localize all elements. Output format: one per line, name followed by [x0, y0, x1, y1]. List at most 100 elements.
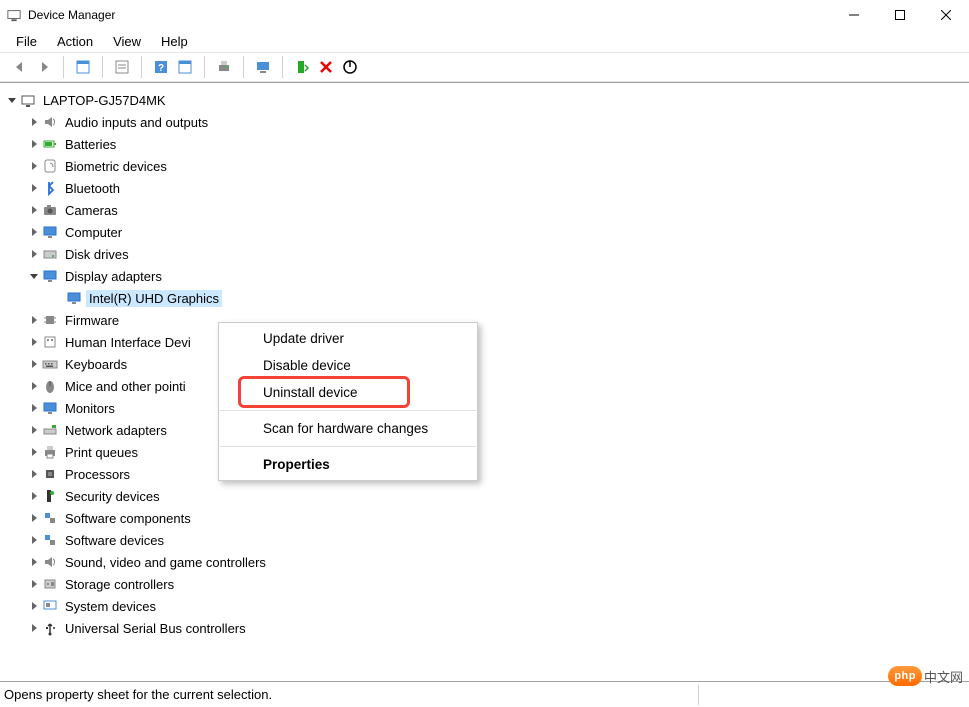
category-label: Firmware — [62, 312, 122, 329]
ctx-uninstall-device[interactable]: Uninstall device — [219, 379, 477, 406]
tree-root[interactable]: LAPTOP-GJ57D4MK — [0, 89, 969, 111]
tree-category[interactable]: Security devices — [0, 485, 969, 507]
tree-category[interactable]: Bluetooth — [0, 177, 969, 199]
menu-action[interactable]: Action — [47, 32, 103, 51]
usb-icon — [42, 620, 58, 636]
tree-category[interactable]: Universal Serial Bus controllers — [0, 617, 969, 639]
category-label: Software components — [62, 510, 194, 527]
close-button[interactable] — [923, 0, 969, 30]
root-label: LAPTOP-GJ57D4MK — [40, 92, 169, 109]
category-label: Disk drives — [62, 246, 132, 263]
chevron-right-icon[interactable] — [28, 160, 40, 172]
chevron-right-icon[interactable] — [28, 380, 40, 392]
category-label: Print queues — [62, 444, 141, 461]
chevron-right-icon[interactable] — [28, 556, 40, 568]
chevron-right-icon[interactable] — [28, 358, 40, 370]
ctx-update-driver[interactable]: Update driver — [219, 325, 477, 352]
chevron-down-icon[interactable] — [6, 94, 18, 106]
tree-category[interactable]: Batteries — [0, 133, 969, 155]
tree-category[interactable]: Software devices — [0, 529, 969, 551]
tree-category[interactable]: Network adapters — [0, 419, 969, 441]
ctx-properties[interactable]: Properties — [219, 451, 477, 478]
chevron-right-icon[interactable] — [28, 490, 40, 502]
category-label: Processors — [62, 466, 133, 483]
tree-category[interactable]: Cameras — [0, 199, 969, 221]
tree-category[interactable]: Storage controllers — [0, 573, 969, 595]
ctx-disable-device[interactable]: Disable device — [219, 352, 477, 379]
tree-category[interactable]: Computer — [0, 221, 969, 243]
category-label: Storage controllers — [62, 576, 177, 593]
tree-category[interactable]: Sound, video and game controllers — [0, 551, 969, 573]
chevron-right-icon[interactable] — [28, 600, 40, 612]
speaker-icon — [42, 554, 58, 570]
tree-category[interactable]: Print queues — [0, 441, 969, 463]
chevron-right-icon[interactable] — [28, 468, 40, 480]
chevron-right-icon[interactable] — [28, 446, 40, 458]
category-label: Sound, video and game controllers — [62, 554, 269, 571]
storage-icon — [42, 576, 58, 592]
category-label: Monitors — [62, 400, 118, 417]
forward-button[interactable] — [32, 55, 56, 79]
tree-category[interactable]: Display adapters — [0, 265, 969, 287]
help-button[interactable]: ? — [149, 55, 173, 79]
ctx-scan-hardware[interactable]: Scan for hardware changes — [219, 415, 477, 442]
menu-help[interactable]: Help — [151, 32, 198, 51]
computer-icon — [20, 92, 36, 108]
chevron-right-icon[interactable] — [28, 402, 40, 414]
chevron-right-icon[interactable] — [28, 204, 40, 216]
chevron-right-icon[interactable] — [28, 248, 40, 260]
maximize-button[interactable] — [877, 0, 923, 30]
tree-category[interactable]: Disk drives — [0, 243, 969, 265]
bluetooth-icon — [42, 180, 58, 196]
menu-view[interactable]: View — [103, 32, 151, 51]
chevron-right-icon[interactable] — [28, 336, 40, 348]
context-menu: Update driver Disable device Uninstall d… — [218, 322, 478, 481]
window-controls — [831, 0, 969, 30]
chevron-right-icon[interactable] — [28, 622, 40, 634]
tree-category[interactable]: Keyboards — [0, 353, 969, 375]
tree-category[interactable]: System devices — [0, 595, 969, 617]
monitor-icon — [42, 400, 58, 416]
device-tree[interactable]: LAPTOP-GJ57D4MK Audio inputs and outputs… — [0, 82, 969, 682]
tree-category[interactable]: Monitors — [0, 397, 969, 419]
status-text: Opens property sheet for the current sel… — [4, 687, 272, 702]
print-button[interactable] — [212, 55, 236, 79]
category-label: Universal Serial Bus controllers — [62, 620, 249, 637]
chevron-right-icon[interactable] — [28, 534, 40, 546]
tree-device[interactable]: Intel(R) UHD Graphics — [0, 287, 969, 309]
uninstall-button[interactable] — [314, 55, 338, 79]
chevron-right-icon[interactable] — [28, 424, 40, 436]
watermark-badge: php — [888, 666, 922, 686]
chevron-right-icon[interactable] — [28, 578, 40, 590]
properties-button[interactable] — [110, 55, 134, 79]
tree-category[interactable]: Mice and other pointi — [0, 375, 969, 397]
tree-category[interactable]: Software components — [0, 507, 969, 529]
show-hide-tree-button[interactable] — [71, 55, 95, 79]
scan-hardware-button[interactable] — [251, 55, 275, 79]
tree-category[interactable]: Human Interface Devi — [0, 331, 969, 353]
minimize-button[interactable] — [831, 0, 877, 30]
chevron-right-icon[interactable] — [28, 138, 40, 150]
chevron-right-icon[interactable] — [28, 116, 40, 128]
tree-category[interactable]: Processors — [0, 463, 969, 485]
chevron-right-icon[interactable] — [28, 182, 40, 194]
network-icon — [42, 422, 58, 438]
tree-category[interactable]: Firmware — [0, 309, 969, 331]
chevron-right-icon[interactable] — [28, 226, 40, 238]
update-driver-button[interactable] — [290, 55, 314, 79]
tree-category[interactable]: Biometric devices — [0, 155, 969, 177]
back-button[interactable] — [8, 55, 32, 79]
chevron-down-icon[interactable] — [28, 270, 40, 282]
category-label: Bluetooth — [62, 180, 123, 197]
status-bar: Opens property sheet for the current sel… — [0, 682, 969, 707]
camera-icon — [42, 202, 58, 218]
action-button[interactable] — [173, 55, 197, 79]
chevron-right-icon[interactable] — [28, 512, 40, 524]
menu-file[interactable]: File — [6, 32, 47, 51]
category-label: Cameras — [62, 202, 121, 219]
printer-icon — [42, 444, 58, 460]
chevron-right-icon[interactable] — [28, 314, 40, 326]
component-icon — [42, 510, 58, 526]
disable-button[interactable] — [338, 55, 362, 79]
tree-category[interactable]: Audio inputs and outputs — [0, 111, 969, 133]
